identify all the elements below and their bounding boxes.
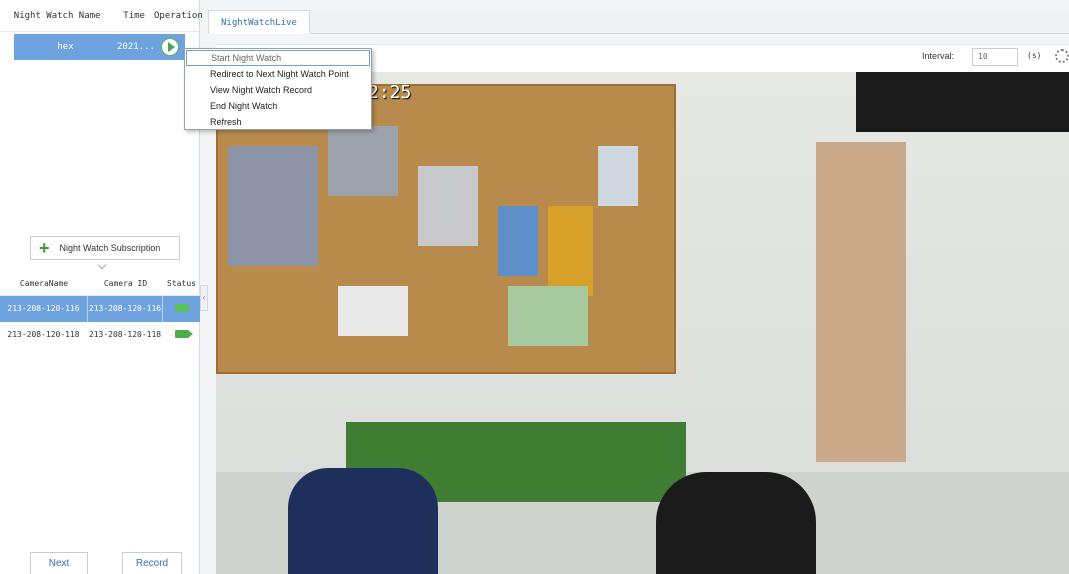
menu-item-end-night-watch[interactable]: End Night Watch	[185, 98, 371, 114]
night-watch-table-header: Night Watch Name Time Operation	[0, 0, 203, 32]
header-camera-name: CameraName	[19, 279, 69, 288]
interval-unit: (s)	[1027, 51, 1042, 60]
record-event-button[interactable]: Record Event	[122, 552, 182, 574]
camera-name: 213-208-120-116	[0, 296, 88, 322]
interval-input[interactable]: 10	[972, 48, 1018, 66]
left-panel: Night Watch Name Time Operation hex 2021…	[0, 0, 203, 574]
camera-row[interactable]: 213-208-120-118 213-208-120-118	[0, 322, 200, 348]
camera-icon	[174, 304, 189, 312]
chevron-down-icon[interactable]	[97, 260, 107, 270]
menu-item-refresh[interactable]: Refresh	[185, 114, 371, 130]
next-button[interactable]: Next	[30, 552, 88, 574]
video-chair-black	[656, 472, 816, 574]
tab-bar: NightWatchLive	[208, 10, 1069, 34]
plus-icon: +	[39, 238, 50, 258]
header-operation: Operation	[154, 10, 203, 21]
interval-label: Interval:	[922, 51, 955, 61]
menu-item-redirect-next-point[interactable]: Redirect to Next Night Watch Point	[185, 66, 371, 82]
camera-name: 213-208-120-118	[0, 322, 88, 348]
app-root: Night Watch Name Time Operation hex 2021…	[0, 0, 1069, 574]
video-time-overlay: 2:25	[368, 82, 412, 103]
menu-item-start-night-watch[interactable]: Start Night Watch	[186, 50, 370, 66]
menu-item-view-record[interactable]: View Night Watch Record	[185, 82, 371, 98]
header-status: Status	[167, 279, 196, 288]
subscription-button-label: Night Watch Subscription	[59, 243, 161, 253]
gear-icon[interactable]	[1055, 49, 1069, 63]
header-night-watch-name: Night Watch Name	[13, 10, 101, 21]
camera-table-header: CameraName Camera ID Status	[0, 272, 200, 296]
camera-id: 213-208-120-116	[88, 296, 163, 322]
video-view[interactable]: 2:25	[216, 72, 1069, 574]
video-chair-blue	[288, 468, 438, 574]
play-icon[interactable]	[161, 38, 179, 56]
header-time: Time	[123, 10, 145, 21]
camera-icon	[174, 330, 193, 338]
collapse-panel-handle[interactable]: ‹	[200, 285, 208, 311]
video-door	[816, 142, 906, 462]
context-menu: Start Night Watch Redirect to Next Night…	[184, 48, 372, 130]
camera-id: 213-208-120-118	[88, 322, 163, 348]
tab-night-watch-live[interactable]: NightWatchLive	[208, 10, 310, 34]
video-ceiling	[856, 72, 1069, 132]
night-watch-name: hex	[57, 42, 74, 52]
night-watch-subscription-button[interactable]: + Night Watch Subscription	[30, 236, 180, 260]
camera-row[interactable]: 213-208-120-116 213-208-120-116	[0, 296, 200, 322]
night-watch-row[interactable]: hex 2021...	[14, 34, 185, 60]
header-camera-id: Camera ID	[103, 279, 148, 288]
night-watch-time: 2021...	[117, 42, 155, 52]
